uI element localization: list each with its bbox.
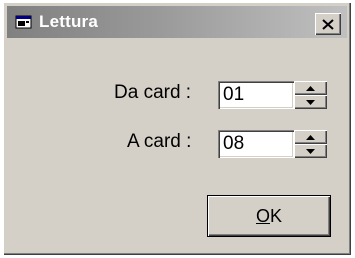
arrow-up-icon bbox=[306, 134, 315, 140]
close-button[interactable] bbox=[315, 13, 341, 35]
to-card-up-button[interactable] bbox=[294, 130, 327, 144]
to-card-label: A card : bbox=[127, 131, 192, 152]
to-card-field bbox=[218, 130, 327, 158]
lettura-dialog: Lettura Da card : A card : bbox=[3, 2, 351, 255]
to-card-spinner bbox=[294, 130, 327, 158]
arrow-down-icon bbox=[306, 148, 315, 154]
app-window-icon bbox=[15, 15, 32, 29]
close-icon bbox=[322, 18, 334, 30]
from-card-input[interactable] bbox=[223, 84, 291, 106]
ok-mnemonic: O bbox=[255, 205, 270, 226]
ok-button[interactable]: OK bbox=[208, 196, 330, 236]
from-card-spinner bbox=[294, 81, 327, 109]
title-bar[interactable]: Lettura bbox=[7, 6, 347, 38]
ok-label-rest: K bbox=[270, 205, 283, 226]
to-card-down-button[interactable] bbox=[294, 144, 327, 158]
from-card-field bbox=[218, 81, 327, 109]
from-card-down-button[interactable] bbox=[294, 95, 327, 109]
arrow-down-icon bbox=[306, 99, 315, 105]
window-title: Lettura bbox=[39, 12, 99, 31]
arrow-up-icon bbox=[306, 85, 315, 91]
to-card-input[interactable] bbox=[223, 133, 291, 155]
from-card-up-button[interactable] bbox=[294, 81, 327, 95]
from-card-label: Da card : bbox=[114, 82, 192, 103]
